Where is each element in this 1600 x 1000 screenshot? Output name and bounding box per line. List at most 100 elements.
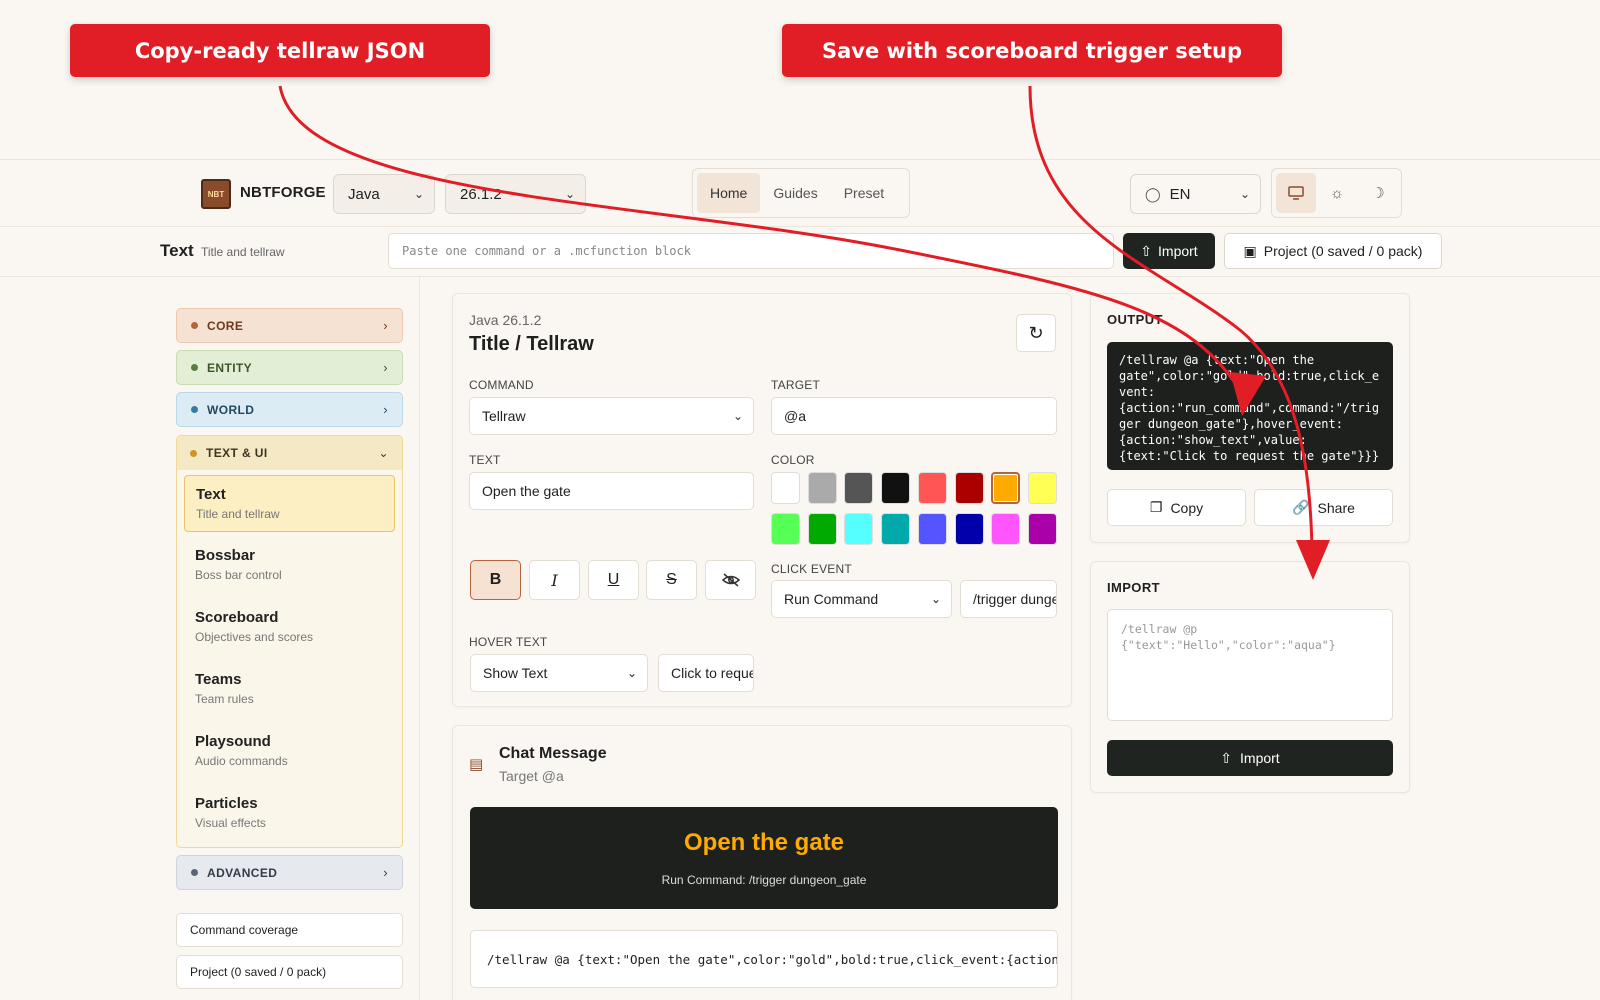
nav-guides[interactable]: Guides (760, 173, 830, 213)
chevron-right-icon: › (383, 865, 388, 880)
chat-bubble-icon: ▤ (469, 756, 484, 773)
project-button[interactable]: ▣ Project (0 saved / 0 pack) (1224, 233, 1442, 269)
command-coverage-button[interactable]: Command coverage (176, 913, 403, 947)
color-swatch[interactable] (807, 472, 837, 504)
sidebar-item-desc: Title and tellraw (196, 507, 280, 521)
category-dot (191, 406, 198, 413)
target-input[interactable]: @a (771, 397, 1057, 435)
color-swatch[interactable] (954, 472, 984, 504)
chat-command-box: /tellraw @a {text:"Open the gate",color:… (470, 930, 1058, 988)
italic-icon[interactable]: I (529, 560, 580, 600)
chat-preview-click-info: Run Command: /trigger dungeon_gate (661, 873, 867, 887)
copy-button[interactable]: ❐ Copy (1107, 489, 1246, 526)
command-paste-input[interactable]: Paste one command or a .mcfunction block (388, 233, 1114, 269)
click-event-select[interactable]: Run Command ⌄ (771, 580, 952, 618)
chevron-right-icon: › (383, 402, 388, 417)
color-swatch[interactable] (991, 513, 1021, 545)
color-swatch[interactable] (844, 472, 874, 504)
color-swatch[interactable] (844, 513, 874, 545)
category-dot (190, 449, 197, 457)
color-swatch[interactable] (881, 472, 911, 504)
sidebar-item-particles[interactable]: Particles Visual effects (184, 785, 395, 842)
category-dot (191, 322, 198, 329)
color-swatch[interactable] (954, 513, 984, 545)
color-swatch[interactable] (917, 472, 947, 504)
language-select[interactable]: ◯ EN ⌄ (1130, 174, 1261, 214)
nav-home[interactable]: Home (697, 173, 761, 213)
version-select[interactable]: 26.1.2 ⌄ (445, 174, 586, 214)
promo-area: Copy-ready tellraw JSON Save with scoreb… (0, 0, 1600, 159)
hover-text-input[interactable]: Click to request the gate (658, 654, 754, 692)
underline-icon[interactable]: U (588, 560, 639, 600)
page-title: Text (160, 241, 194, 260)
category-core[interactable]: CORE › (176, 308, 403, 343)
category-advanced[interactable]: ADVANCED › (176, 855, 403, 890)
sidebar-item-teams[interactable]: Teams Team rules (184, 661, 395, 718)
moon-icon[interactable]: ☽ (1358, 173, 1398, 213)
click-event-value-input[interactable]: /trigger dungeon_gate (960, 580, 1057, 618)
click-event-value: Run Command (784, 591, 879, 607)
chevron-down-icon: ⌄ (413, 187, 424, 201)
color-swatch[interactable] (917, 513, 947, 545)
sidebar-divider (419, 277, 420, 1000)
sun-icon[interactable]: ☼ (1317, 173, 1357, 213)
color-swatch[interactable] (771, 472, 800, 504)
reset-icon[interactable]: ↻ (1016, 314, 1056, 352)
brand-name[interactable]: NBTFORGE (240, 184, 326, 201)
edition-select[interactable]: Java ⌄ (333, 174, 435, 214)
category-dot (191, 364, 198, 371)
text-label: TEXT (469, 453, 501, 467)
color-swatch[interactable] (1027, 472, 1057, 504)
share-button-label: Share (1317, 499, 1355, 516)
command-select[interactable]: Tellraw ⌄ (469, 397, 754, 435)
category-entity[interactable]: ENTITY › (176, 350, 403, 385)
target-label: TARGET (771, 378, 820, 392)
text-input[interactable]: Open the gate (469, 472, 754, 510)
chat-card-subtitle: Target @a (499, 768, 564, 784)
sidebar-item-title: Playsound (195, 733, 271, 750)
hover-text-label: HOVER TEXT (469, 635, 548, 649)
nav-preset[interactable]: Preset (831, 173, 897, 213)
category-world[interactable]: WORLD › (176, 392, 403, 427)
edition-value: Java (348, 185, 380, 203)
sidebar-item-title: Particles (195, 795, 258, 812)
sidebar-item-scoreboard[interactable]: Scoreboard Objectives and scores (184, 599, 395, 656)
import-textarea[interactable]: /tellraw @p {"text":"Hello","color":"aqu… (1107, 609, 1393, 721)
strikethrough-icon[interactable]: S (646, 560, 697, 600)
color-swatch[interactable] (771, 513, 800, 545)
annotation-banner-left: Copy-ready tellraw JSON (70, 24, 490, 77)
import-panel-button-label: Import (1240, 750, 1280, 766)
color-swatch[interactable] (807, 513, 837, 545)
color-label: COLOR (771, 453, 815, 467)
sidebar-item-text[interactable]: Text Title and tellraw (184, 475, 395, 532)
sidebar-item-bossbar[interactable]: Bossbar Boss bar control (184, 537, 395, 594)
globe-icon: ◯ (1145, 185, 1161, 202)
category-advanced-label: ADVANCED (207, 865, 278, 880)
import-button[interactable]: ⇧ Import (1123, 233, 1215, 269)
category-world-label: WORLD (207, 402, 255, 417)
monitor-icon[interactable] (1276, 173, 1316, 213)
category-text-ui[interactable]: TEXT & UI ⌄ (177, 436, 402, 470)
package-icon: ▣ (1243, 242, 1257, 259)
share-button[interactable]: 🔗 Share (1254, 489, 1393, 526)
sidebar-item-title: Bossbar (195, 547, 256, 564)
page-subtitle: Title and tellraw (201, 245, 285, 259)
bold-icon[interactable]: B (470, 560, 521, 600)
color-swatch[interactable] (881, 513, 911, 545)
sidebar-item-playsound[interactable]: Playsound Audio commands (184, 723, 395, 780)
sidebar-project-button[interactable]: Project (0 saved / 0 pack) (176, 955, 403, 989)
logo-icon: NBT (201, 179, 231, 209)
output-code[interactable]: /tellraw @a {text:"Open the gate",color:… (1107, 342, 1393, 470)
theme-switcher: ☼ ☽ (1271, 168, 1402, 218)
hover-action-select[interactable]: Show Text ⌄ (470, 654, 648, 692)
color-swatch[interactable] (1027, 513, 1057, 545)
annotation-banner-right: Save with scoreboard trigger setup (782, 24, 1282, 77)
chat-command-text[interactable]: /tellraw @a {text:"Open the gate",color:… (487, 952, 1057, 967)
chat-preview-box: Open the gate Run Command: /trigger dung… (470, 807, 1058, 909)
sidebar-item-desc: Audio commands (195, 754, 288, 768)
upload-icon: ⇧ (1140, 242, 1153, 259)
sidebar-item-desc: Boss bar control (195, 568, 282, 582)
import-panel-button[interactable]: ⇧ Import (1107, 740, 1393, 776)
color-swatch[interactable] (991, 472, 1021, 504)
obfuscated-eye-off-icon[interactable] (705, 560, 756, 600)
